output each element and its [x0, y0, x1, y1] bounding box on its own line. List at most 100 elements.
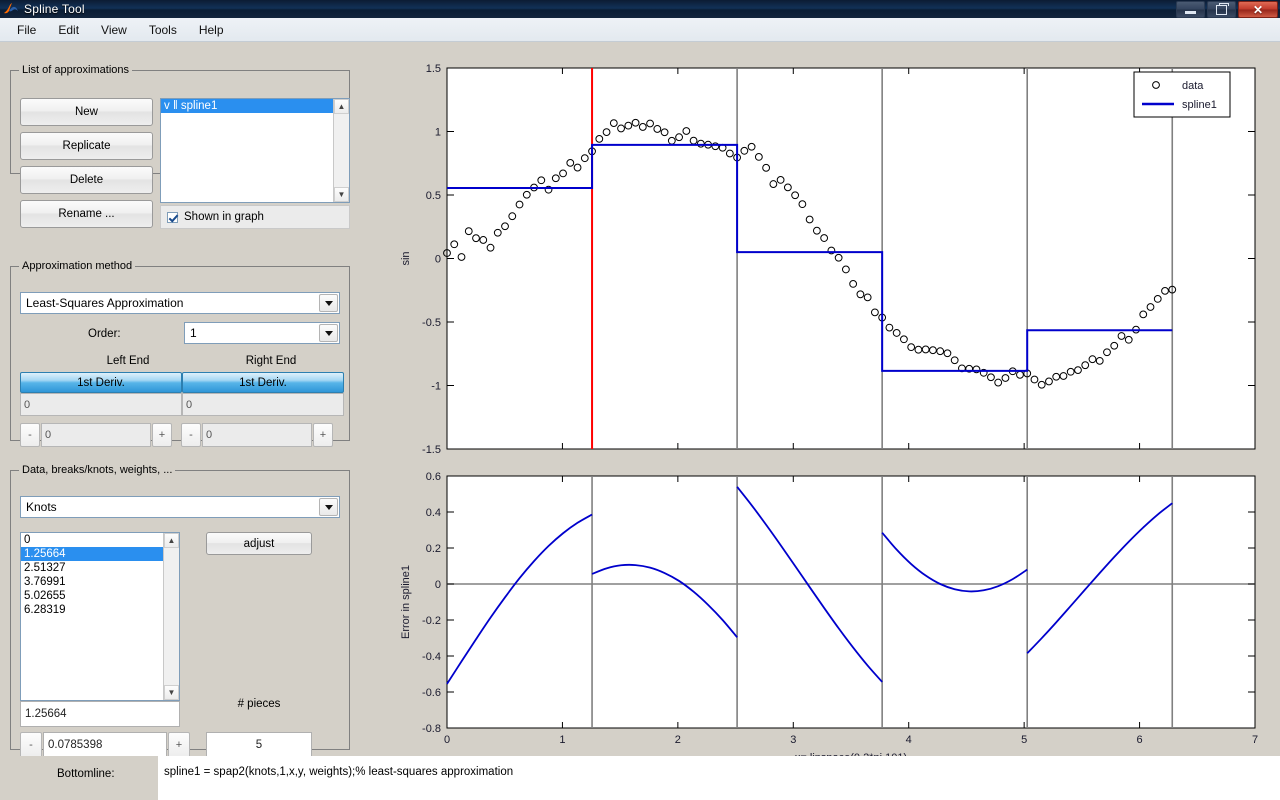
main-y-tick-label: 1: [435, 127, 441, 139]
data-type-select[interactable]: Knots: [20, 496, 340, 518]
knots-rows: 0 1.25664 2.51327 3.76991 5.02655 6.28319: [21, 533, 163, 617]
data-type-value: Knots: [26, 500, 57, 514]
chevron-down-icon[interactable]: [319, 294, 338, 312]
main-y-tick-label: 0.5: [426, 190, 441, 202]
spline-tool-window: Spline Tool ✕ File Edit View Tools Help …: [0, 0, 1280, 800]
menu-edit[interactable]: Edit: [47, 20, 90, 40]
left-deriv-value: 0: [20, 393, 182, 416]
left-increment-button[interactable]: +: [152, 423, 172, 447]
error-x-tick-label: 0: [444, 734, 450, 746]
chevron-down-icon[interactable]: [319, 324, 338, 342]
menu-view[interactable]: View: [90, 20, 138, 40]
menu-help[interactable]: Help: [188, 20, 235, 40]
error-x-tick-label: 2: [675, 734, 681, 746]
main-plot-frame: [446, 67, 1256, 450]
error-plot-frame: [446, 475, 1256, 729]
error-x-tick-label: 6: [1137, 734, 1143, 746]
main-y-tick-label: -0.5: [422, 317, 441, 329]
new-button[interactable]: New: [20, 98, 153, 126]
method-select[interactable]: Least-Squares Approximation: [20, 292, 340, 314]
knot-list-item[interactable]: 1.25664: [21, 547, 163, 561]
data-knots-group: Data, breaks/knots, weights, ... Knots 0…: [10, 464, 350, 758]
title-bar: Spline Tool ✕: [0, 0, 1280, 18]
right-value-field[interactable]: 0: [202, 423, 312, 447]
shown-in-graph-label: Shown in graph: [184, 211, 264, 223]
menu-file[interactable]: File: [6, 20, 47, 40]
error-x-tick-label: 7: [1252, 734, 1258, 746]
replicate-button[interactable]: Replicate: [20, 132, 153, 160]
knots-listbox[interactable]: 0 1.25664 2.51327 3.76991 5.02655 6.28319 ▲ ▼: [20, 532, 180, 701]
delete-button[interactable]: Delete: [20, 166, 153, 194]
window-title: Spline Tool: [24, 2, 85, 16]
adjust-button[interactable]: adjust: [206, 532, 312, 555]
method-select-value: Least-Squares Approximation: [26, 296, 184, 310]
menu-tools[interactable]: Tools: [138, 20, 188, 40]
right-decrement-button[interactable]: -: [181, 423, 201, 447]
maximize-button[interactable]: [1207, 1, 1236, 18]
pieces-field[interactable]: 5: [206, 732, 312, 758]
shown-in-graph-row[interactable]: Shown in graph: [160, 205, 350, 229]
rename-button[interactable]: Rename ...: [20, 200, 153, 228]
order-select-value: 1: [190, 326, 197, 340]
approximations-group: List of approximations New Replicate Del…: [10, 64, 350, 229]
scroll-down-icon[interactable]: ▼: [164, 685, 179, 700]
knot-decrement-button[interactable]: -: [20, 732, 42, 758]
knot-list-item[interactable]: 3.76991: [21, 575, 163, 589]
plots-svg: -1.5 -1 -0.5 0 0.5 1 1.5 sin data spline1 -0.8 -0.6…: [400, 63, 1258, 764]
shown-in-graph-checkbox[interactable]: [167, 211, 178, 223]
list-item[interactable]: v ‖ spline1: [161, 99, 333, 113]
knots-scrollbar[interactable]: ▲ ▼: [163, 533, 179, 700]
knot-list-item[interactable]: 0: [21, 533, 163, 547]
minimize-button[interactable]: [1176, 1, 1205, 18]
approximations-legend: List of approximations: [22, 64, 129, 76]
knot-list-item[interactable]: 5.02655: [21, 589, 163, 603]
menu-bar: File Edit View Tools Help: [0, 18, 1280, 42]
left-end-label: Left End: [106, 355, 150, 367]
close-button[interactable]: ✕: [1238, 1, 1278, 18]
scroll-down-icon[interactable]: ▼: [334, 187, 349, 202]
scroll-up-icon[interactable]: ▲: [164, 533, 179, 548]
error-x-tick-label: 1: [559, 734, 565, 746]
left-deriv-button[interactable]: 1st Deriv.: [20, 372, 182, 393]
knot-list-item[interactable]: 6.28319: [21, 603, 163, 617]
app-logo-icon: [3, 2, 19, 16]
knot-step-field[interactable]: 0.0785398: [43, 732, 167, 758]
legend-label-data: data: [1182, 80, 1204, 92]
approximations-listbox[interactable]: v ‖ spline1 ▲ ▼: [160, 98, 350, 203]
error-x-tick-label: 5: [1021, 734, 1027, 746]
order-label: Order:: [88, 328, 121, 340]
legend-label-spline: spline1: [1182, 99, 1217, 111]
right-end-label: Right End: [245, 355, 297, 367]
error-y-tick-label: 0: [435, 579, 441, 591]
error-x-tick-label: 4: [906, 734, 912, 746]
left-control-pane: List of approximations New Replicate Del…: [0, 42, 362, 758]
bottomline-label: Bottomline:: [57, 768, 115, 780]
main-y-tick-label: 0: [435, 254, 441, 266]
left-decrement-button[interactable]: -: [20, 423, 40, 447]
right-deriv-button[interactable]: 1st Deriv.: [182, 372, 344, 393]
knot-increment-button[interactable]: +: [168, 732, 190, 758]
main-y-tick-label: 1.5: [426, 63, 441, 75]
main-y-tick-label: -1.5: [422, 444, 441, 456]
bottomline-field[interactable]: spline1 = spap2(knots,1,x,y, weights);% …: [158, 756, 1280, 800]
scroll-up-icon[interactable]: ▲: [334, 99, 349, 114]
listbox-scrollbar[interactable]: ▲ ▼: [333, 99, 349, 202]
left-value-field[interactable]: 0: [41, 423, 151, 447]
right-increment-button[interactable]: +: [313, 423, 333, 447]
knot-value-field[interactable]: 1.25664: [20, 701, 180, 727]
chevron-down-icon[interactable]: [319, 498, 338, 516]
method-legend: Approximation method: [22, 260, 133, 272]
approximation-method-group: Approximation method Least-Squares Appro…: [10, 260, 350, 447]
pieces-label: # pieces: [237, 698, 281, 710]
window-buttons: ✕: [1176, 1, 1278, 18]
order-select[interactable]: 1: [184, 322, 340, 344]
error-y-tick-label: -0.4: [422, 651, 441, 663]
error-y-tick-label: -0.6: [422, 687, 441, 699]
main-y-tick-label: -1: [431, 381, 441, 393]
error-x-tick-label: 3: [790, 734, 796, 746]
error-y-tick-label: 0.4: [426, 507, 441, 519]
close-icon: ✕: [1252, 2, 1264, 17]
bottomline-bar: Bottomline: spline1 = spap2(knots,1,x,y,…: [0, 756, 1280, 800]
knot-list-item[interactable]: 2.51327: [21, 561, 163, 575]
error-y-tick-label: 0.6: [426, 471, 441, 483]
